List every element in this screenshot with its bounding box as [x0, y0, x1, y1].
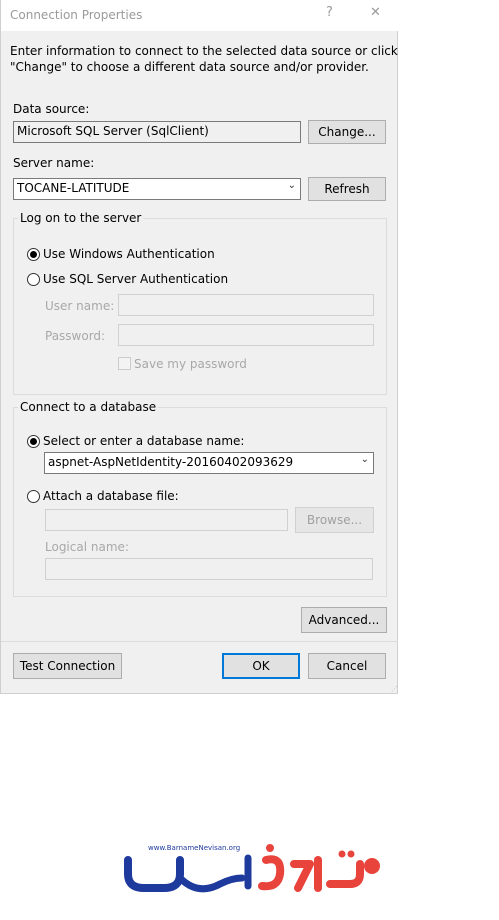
advanced-button[interactable]: Advanced... [301, 607, 387, 633]
windows-auth-radio[interactable] [27, 248, 40, 261]
database-group-legend: Connect to a database [18, 400, 159, 414]
user-name-input[interactable] [118, 294, 374, 316]
test-connection-button[interactable]: Test Connection [13, 653, 122, 679]
attach-file-radio[interactable] [27, 490, 40, 503]
attach-file-label[interactable]: Attach a database file: [43, 489, 179, 503]
footer-divider [1, 641, 398, 642]
refresh-button[interactable]: Refresh [308, 177, 386, 201]
help-button[interactable]: ? [326, 5, 333, 20]
logical-name-label: Logical name: [45, 540, 129, 554]
chevron-down-icon[interactable]: ⌄ [361, 454, 369, 465]
intro-text-line-1: Enter information to connect to the sele… [10, 44, 398, 58]
logical-name-input[interactable] [45, 558, 373, 580]
server-name-label: Server name: [13, 156, 95, 170]
watermark-url: www.BarnameNevisan.org [148, 844, 241, 852]
server-name-value: TOCANE-LATITUDE [17, 181, 130, 195]
intro-text-line-2: "Change" to choose a different data sour… [10, 60, 369, 74]
database-name-value: aspnet-AspNetIdentity-20160402093629 [48, 455, 294, 469]
select-database-label[interactable]: Select or enter a database name: [43, 434, 244, 448]
windows-auth-label[interactable]: Use Windows Authentication [43, 247, 215, 261]
sql-auth-radio[interactable] [27, 273, 40, 286]
cancel-button[interactable]: Cancel [308, 653, 386, 679]
resize-grip-icon[interactable]: ⋰ [391, 685, 398, 693]
close-button[interactable]: ✕ [370, 5, 381, 20]
watermark-logo: www.BarnameNevisan.org [120, 838, 385, 898]
database-file-input[interactable] [45, 509, 288, 531]
save-password-label: Save my password [134, 357, 247, 371]
password-input[interactable] [118, 324, 374, 346]
browse-button[interactable]: Browse... [295, 507, 374, 533]
sql-auth-label[interactable]: Use SQL Server Authentication [43, 272, 228, 286]
database-name-combobox[interactable]: aspnet-AspNetIdentity-20160402093629 ⌄ [44, 452, 374, 474]
ok-button[interactable]: OK [222, 653, 300, 679]
logon-group-legend: Log on to the server [18, 211, 144, 225]
data-source-label: Data source: [13, 102, 90, 116]
change-button[interactable]: Change... [308, 120, 386, 144]
title-bar: Connection Properties ? ✕ [1, 0, 399, 31]
server-name-combobox[interactable]: TOCANE-LATITUDE ⌄ [13, 178, 301, 200]
window-title: Connection Properties [10, 8, 143, 22]
select-database-radio[interactable] [27, 435, 40, 448]
user-name-label: User name: [45, 299, 115, 313]
connection-properties-dialog: Connection Properties ? ✕ Enter informat… [0, 0, 399, 694]
data-source-field: Microsoft SQL Server (SqlClient) [13, 121, 301, 143]
chevron-down-icon[interactable]: ⌄ [288, 180, 296, 191]
password-label: Password: [45, 329, 106, 343]
save-password-checkbox[interactable] [118, 357, 131, 370]
